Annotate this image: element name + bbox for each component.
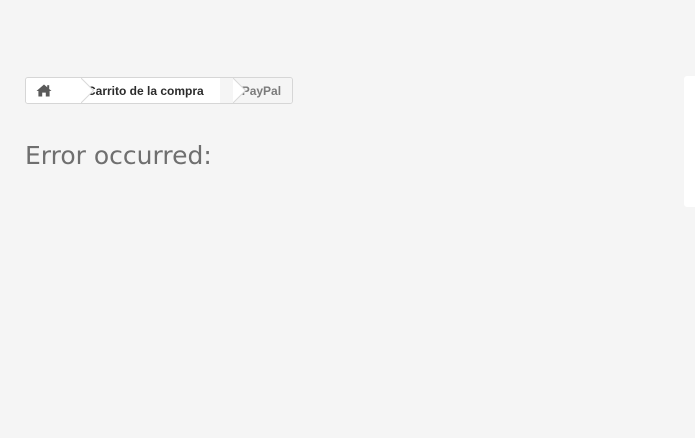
side-panel	[684, 76, 695, 207]
breadcrumb: Carrito de la compra PayPal	[25, 77, 294, 104]
page-title: Error occurred:	[25, 141, 212, 170]
page: Carrito de la compra PayPal Error occurr…	[0, 0, 695, 438]
breadcrumb-item-label: PayPal	[241, 83, 282, 98]
breadcrumb-item-label: Carrito de la compra	[87, 83, 204, 98]
home-icon	[36, 84, 52, 97]
breadcrumb-home-link[interactable]	[26, 78, 94, 103]
breadcrumb-item-current: PayPal	[219, 78, 293, 103]
